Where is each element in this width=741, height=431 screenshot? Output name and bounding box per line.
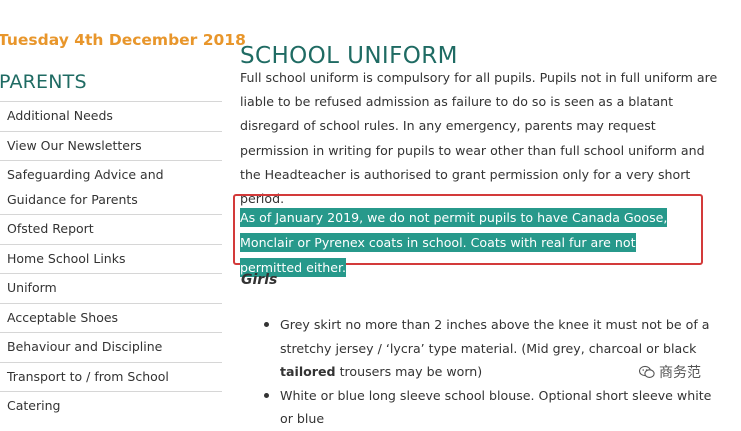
date-label: Tuesday 4th December 2018: [0, 31, 246, 49]
sidebar-heading: PARENTS: [0, 71, 87, 93]
sidebar-item-acceptable-shoes[interactable]: Acceptable Shoes: [0, 302, 222, 333]
sidebar-item-behaviour[interactable]: Behaviour and Discipline: [0, 332, 222, 362]
list-item-text: White or blue long sleeve school blouse.…: [280, 387, 712, 427]
list-item-bold-text: tailored: [280, 364, 336, 379]
sidebar-item-home-school-links[interactable]: Home School Links: [0, 243, 222, 274]
list-item-text-end: trousers may be worn): [335, 364, 483, 379]
sidebar-item-uniform[interactable]: Uniform: [0, 273, 222, 303]
sidebar-item-ofsted-report[interactable]: Ofsted Report: [0, 214, 222, 244]
list-item-text: Grey skirt no more than 2 inches above t…: [280, 317, 710, 356]
list-item: White or blue long sleeve school blouse.…: [262, 384, 727, 431]
sidebar-item-catering[interactable]: Catering: [0, 391, 222, 421]
sidebar-item-transport[interactable]: Transport to / from School: [0, 361, 222, 392]
highlighted-notice: As of January 2019, we do not permit pup…: [240, 205, 700, 280]
wechat-icon: [639, 365, 655, 378]
sidebar-item-newsletters[interactable]: View Our Newsletters: [0, 130, 222, 161]
sidebar-nav: Additional Needs View Our Newsletters Sa…: [0, 101, 222, 421]
watermark-text: 商务范: [659, 365, 701, 381]
highlighted-notice-text: As of January 2019, we do not permit pup…: [240, 208, 668, 277]
girls-heading: Girls: [241, 272, 278, 288]
sidebar-item-additional-needs[interactable]: Additional Needs: [0, 101, 222, 131]
intro-paragraph: Full school uniform is compulsory for al…: [240, 70, 718, 207]
sidebar-item-safeguarding[interactable]: Safeguarding Advice and Guidance for Par…: [0, 160, 222, 214]
watermark: 商务范: [637, 362, 703, 382]
